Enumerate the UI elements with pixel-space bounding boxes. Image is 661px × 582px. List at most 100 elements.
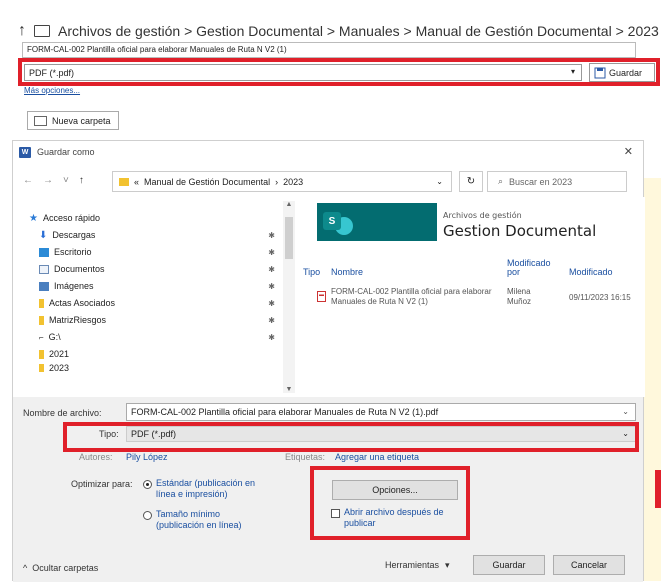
hide-folders-label: Ocultar carpetas xyxy=(32,563,99,573)
nav-label: 2021 xyxy=(49,349,70,359)
navigation-buttons: ← → ˅ ↑ xyxy=(23,175,84,186)
filename-label: Nombre de archivo: xyxy=(23,408,102,418)
star-icon: ★ xyxy=(29,212,38,224)
cancel-label: Cancelar xyxy=(570,560,608,570)
nav-label: Descargas xyxy=(52,230,96,240)
path-text: Archivos de gestión > Gestion Documental… xyxy=(58,23,659,39)
pin-icon[interactable]: ✱ xyxy=(268,333,275,342)
chevron-down-icon[interactable]: ⌄ xyxy=(436,177,443,186)
scroll-down-icon[interactable]: ▼ xyxy=(283,386,295,393)
nav-item-drive-g[interactable]: ⌐ G:\ ✱ xyxy=(39,330,289,344)
option-minimum[interactable]: Tamaño mínimo (publicación en línea) xyxy=(156,509,256,531)
file-list-pane: S Archivos de gestión Gestion Documental… xyxy=(297,197,645,397)
file-modified-by: Milena Muñoz xyxy=(507,287,532,306)
address-separator: › xyxy=(275,176,279,187)
forward-arrow-icon[interactable]: → xyxy=(43,175,53,186)
more-options-link[interactable]: Más opciones... xyxy=(24,86,80,95)
highlight-box-options xyxy=(310,466,470,540)
scrollbar-thumb[interactable] xyxy=(285,217,293,259)
authors-value[interactable]: Pily López xyxy=(126,452,168,462)
nav-label: 2023 xyxy=(49,364,70,372)
nav-label: G:\ xyxy=(48,332,61,342)
dialog-save-button[interactable]: Guardar xyxy=(473,555,545,575)
nav-item-2023[interactable]: 2023 xyxy=(39,364,289,372)
nav-label: Acceso rápido xyxy=(42,213,101,223)
chevron-down-icon[interactable]: ˅ xyxy=(63,175,69,186)
nav-item-matriz[interactable]: MatrizRiesgos ✱ xyxy=(39,313,289,327)
close-icon[interactable]: ✕ xyxy=(624,145,633,158)
authors-label: Autores: xyxy=(79,452,113,462)
option-standard[interactable]: Estándar (publicación en línea e impresi… xyxy=(156,478,256,500)
dialog-save-label: Guardar xyxy=(492,560,526,570)
filename-field[interactable]: FORM-CAL-002 Plantilla oficial para elab… xyxy=(22,42,636,58)
nav-item-documents[interactable]: Documentos ✱ xyxy=(39,262,289,276)
nav-label: Imágenes xyxy=(54,281,94,291)
scroll-up-icon[interactable]: ▲ xyxy=(283,201,295,208)
column-type[interactable]: Tipo xyxy=(303,267,320,277)
tags-value[interactable]: Agregar una etiqueta xyxy=(335,452,419,462)
address-location[interactable]: Manual de Gestión Documental xyxy=(144,177,270,187)
highlight-box-tipo xyxy=(63,422,639,452)
up-arrow-icon[interactable]: ↑ xyxy=(79,175,84,186)
nav-item-2021[interactable]: 2021 xyxy=(39,347,289,361)
tools-menu[interactable]: Herramientas ▾ xyxy=(385,560,450,571)
refresh-icon: ↻ xyxy=(466,176,476,187)
chevron-down-icon[interactable]: ⌄ xyxy=(622,407,629,416)
nav-item-quick-access[interactable]: ★ Acceso rápido xyxy=(29,211,279,225)
radio-minimum[interactable] xyxy=(143,511,152,520)
pin-icon[interactable]: ✱ xyxy=(268,265,275,274)
dialog-titlebar: W Guardar como ✕ xyxy=(13,141,643,163)
search-input[interactable]: ⌕ Buscar en 2023 xyxy=(487,171,627,192)
download-icon: ⬇ xyxy=(39,229,48,241)
refresh-button[interactable]: ↻ xyxy=(459,171,483,192)
tools-label: Herramientas xyxy=(385,560,440,570)
pin-icon[interactable]: ✱ xyxy=(268,316,275,325)
highlight-box-type xyxy=(18,58,660,86)
cancel-button[interactable]: Cancelar xyxy=(553,555,625,575)
nav-scrollbar[interactable]: ▲ ▼ xyxy=(283,201,295,393)
nav-label: Documentos xyxy=(54,264,105,274)
dialog-title: Guardar como xyxy=(37,147,95,157)
new-folder-label: Nueva carpeta xyxy=(52,115,111,126)
back-arrow-icon[interactable]: ← xyxy=(23,175,33,186)
chevron-down-icon: ▾ xyxy=(445,560,450,570)
file-modified: 09/11/2023 16:15 xyxy=(569,293,631,302)
chevron-icon: « xyxy=(134,176,140,187)
folder-icon xyxy=(39,298,44,308)
new-folder-button[interactable]: Nueva carpeta xyxy=(27,111,119,130)
nav-item-actas[interactable]: Actas Asociados ✱ xyxy=(39,296,289,310)
file-name[interactable]: FORM-CAL-002 Plantilla oficial para elab… xyxy=(331,287,503,307)
address-current[interactable]: 2023 xyxy=(283,177,303,187)
sharepoint-icon: S xyxy=(323,212,341,230)
search-placeholder: Buscar en 2023 xyxy=(509,176,573,187)
search-icon: ⌕ xyxy=(498,176,504,186)
address-bar[interactable]: « Manual de Gestión Documental › 2023 ⌄ xyxy=(112,171,452,192)
up-arrow-icon[interactable]: ↑ xyxy=(18,22,26,40)
tags-label: Etiquetas: xyxy=(285,452,326,462)
folder-icon xyxy=(39,364,44,372)
column-name[interactable]: Nombre xyxy=(331,267,363,277)
pdf-file-icon: ▬ xyxy=(317,291,326,302)
nav-item-downloads[interactable]: ⬇ Descargas ✱ xyxy=(39,228,289,242)
nav-label: Actas Asociados xyxy=(49,298,116,308)
pin-icon[interactable]: ✱ xyxy=(268,282,275,291)
hide-folders-toggle[interactable]: ^ Ocultar carpetas xyxy=(23,563,98,573)
address-row: ← → ˅ ↑ « Manual de Gestión Documental ›… xyxy=(13,163,643,197)
folder-icon xyxy=(39,315,44,325)
filename-input[interactable]: FORM-CAL-002 Plantilla oficial para elab… xyxy=(126,403,636,421)
word-app-icon: W xyxy=(19,146,31,158)
folder-icon xyxy=(34,115,47,126)
nav-item-pictures[interactable]: Imágenes ✱ xyxy=(39,279,289,293)
column-modified-by[interactable]: Modificado por xyxy=(507,259,553,277)
pin-icon[interactable]: ✱ xyxy=(268,248,275,257)
radio-standard[interactable] xyxy=(143,480,152,489)
drive-icon: ⌐ xyxy=(39,332,44,342)
folder-icon xyxy=(119,177,129,186)
navigation-pane: ★ Acceso rápido ⬇ Descargas ✱ Escritorio… xyxy=(13,197,297,397)
pin-icon[interactable]: ✱ xyxy=(268,299,275,308)
folder-icon xyxy=(34,25,50,37)
column-modified[interactable]: Modificado xyxy=(569,267,613,277)
nav-item-desktop[interactable]: Escritorio ✱ xyxy=(39,245,289,259)
sharepoint-banner: S xyxy=(317,203,437,241)
pin-icon[interactable]: ✱ xyxy=(268,231,275,240)
